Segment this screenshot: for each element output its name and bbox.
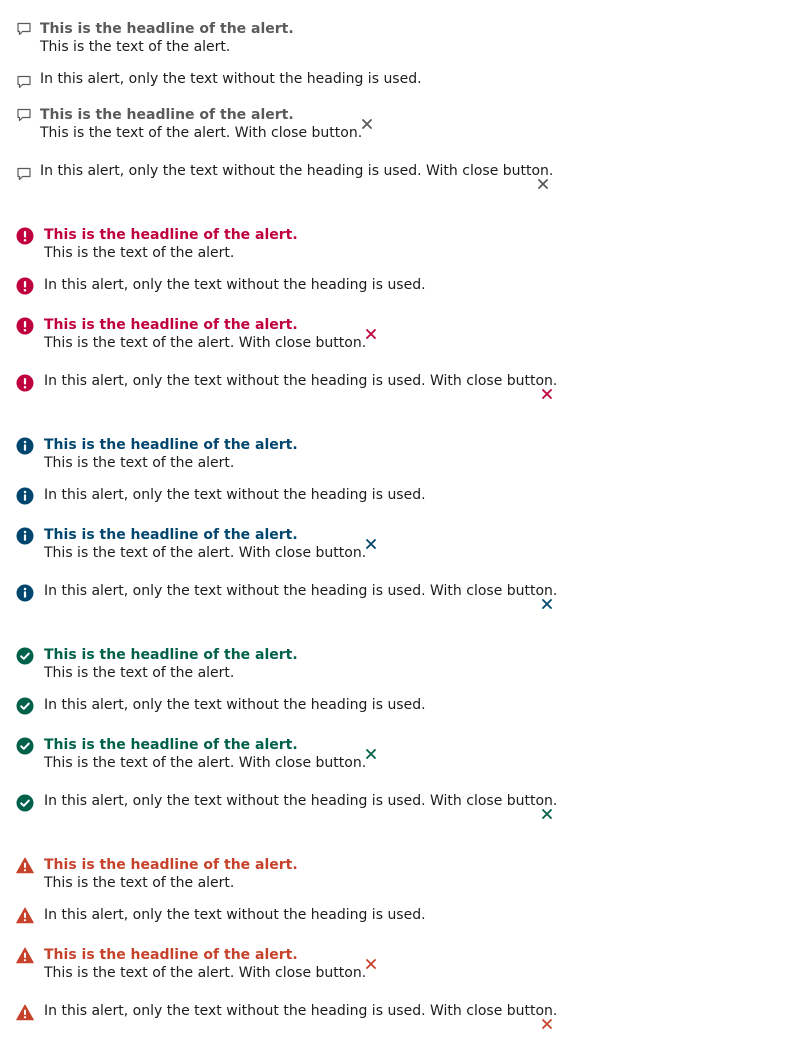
alert-content: This is the headline of the alert. This … — [44, 946, 366, 982]
close-icon — [366, 539, 376, 549]
info-circle-icon — [16, 487, 34, 509]
alert-headline: This is the headline of the alert. — [44, 647, 298, 663]
info-circle-icon — [16, 437, 34, 459]
alert-content: In this alert, only the text without the… — [44, 276, 426, 294]
alert-text: This is the text of the alert. With clos… — [40, 125, 363, 141]
alert-content: This is the headline of the alert. This … — [44, 436, 298, 472]
alert-text: In this alert, only the text without the… — [44, 1003, 558, 1019]
close-icon — [542, 599, 552, 609]
alert-text: This is the text of the alert. — [44, 245, 235, 261]
speech-bubble-icon — [16, 107, 32, 127]
alert-content: In this alert, only the text without the… — [40, 162, 553, 180]
alert-text: This is the text of the alert. — [44, 455, 235, 471]
info-circle-icon — [16, 527, 34, 549]
alert-text: This is the text of the alert. With clos… — [44, 335, 367, 351]
alert-content: This is the headline of the alert. This … — [40, 20, 294, 56]
close-button[interactable] — [538, 385, 556, 403]
alert-text: In this alert, only the text without the… — [44, 907, 426, 923]
close-icon — [362, 119, 372, 129]
checkmark-circle-icon — [16, 794, 34, 816]
alert-text: In this alert, only the text without the… — [44, 697, 426, 713]
close-icon — [538, 179, 548, 189]
warning-triangle-icon — [16, 857, 34, 878]
alert-text: In this alert, only the text without the… — [44, 793, 558, 809]
checkmark-circle-icon — [16, 737, 34, 759]
alert-text: This is the text of the alert. — [44, 875, 235, 891]
info-circle-icon — [16, 584, 34, 606]
alert-text: In this alert, only the text without the… — [44, 487, 426, 503]
alert-content: This is the headline of the alert. This … — [44, 646, 298, 682]
close-button[interactable] — [362, 745, 380, 763]
close-icon — [366, 959, 376, 969]
alert-text: In this alert, only the text without the… — [44, 583, 558, 599]
close-button[interactable] — [538, 805, 556, 823]
alert-text: This is the text of the alert. — [40, 39, 231, 55]
alert-content: This is the headline of the alert. This … — [44, 736, 366, 772]
warning-triangle-icon — [16, 1004, 34, 1025]
speech-bubble-icon — [16, 21, 32, 41]
checkmark-circle-icon — [16, 697, 34, 719]
close-button[interactable] — [362, 325, 380, 343]
alert-headline: This is the headline of the alert. — [40, 21, 294, 37]
speech-bubble-icon — [16, 74, 32, 94]
alert-text: In this alert, only the text without the… — [40, 163, 554, 179]
alert-content: In this alert, only the text without the… — [44, 792, 557, 810]
alert-headline: This is the headline of the alert. — [44, 227, 298, 243]
close-button[interactable] — [358, 115, 376, 133]
alert-content: In this alert, only the text without the… — [44, 372, 557, 390]
exclamation-circle-icon — [16, 374, 34, 396]
alert-text: In this alert, only the text without the… — [40, 71, 422, 87]
close-button[interactable] — [534, 175, 552, 193]
alert-content: This is the headline of the alert. This … — [40, 106, 362, 142]
alert-content: In this alert, only the text without the… — [44, 906, 426, 924]
alert-headline: This is the headline of the alert. — [44, 527, 298, 543]
close-icon — [366, 329, 376, 339]
alert-content: In this alert, only the text without the… — [44, 696, 426, 714]
alert-text: In this alert, only the text without the… — [44, 373, 558, 389]
alert-headline: This is the headline of the alert. — [44, 437, 298, 453]
alert-content: This is the headline of the alert. This … — [44, 526, 366, 562]
alert-content: In this alert, only the text without the… — [44, 582, 557, 600]
warning-triangle-icon — [16, 947, 34, 968]
close-icon — [542, 389, 552, 399]
checkmark-circle-icon — [16, 647, 34, 669]
alert-text: This is the text of the alert. With clos… — [44, 965, 367, 981]
exclamation-circle-icon — [16, 317, 34, 339]
close-button[interactable] — [538, 1015, 556, 1033]
alert-headline: This is the headline of the alert. — [40, 107, 294, 123]
warning-triangle-icon — [16, 907, 34, 928]
speech-bubble-icon — [16, 166, 32, 186]
close-icon — [542, 809, 552, 819]
alert-content: In this alert, only the text without the… — [44, 1002, 557, 1020]
close-icon — [366, 749, 376, 759]
alert-content: In this alert, only the text without the… — [44, 486, 426, 504]
alert-text: This is the text of the alert. — [44, 665, 235, 681]
alert-text: This is the text of the alert. With clos… — [44, 545, 367, 561]
close-button[interactable] — [362, 955, 380, 973]
alert-headline: This is the headline of the alert. — [44, 857, 298, 873]
alert-headline: This is the headline of the alert. — [44, 317, 298, 333]
exclamation-circle-icon — [16, 277, 34, 299]
alert-headline: This is the headline of the alert. — [44, 737, 298, 753]
alert-headline: This is the headline of the alert. — [44, 947, 298, 963]
alert-content: In this alert, only the text without the… — [40, 70, 422, 88]
alert-content: This is the headline of the alert. This … — [44, 856, 298, 892]
alert-text: In this alert, only the text without the… — [44, 277, 426, 293]
alert-content: This is the headline of the alert. This … — [44, 316, 366, 352]
alert-text: This is the text of the alert. With clos… — [44, 755, 367, 771]
exclamation-circle-icon — [16, 227, 34, 249]
close-icon — [542, 1019, 552, 1029]
close-button[interactable] — [538, 595, 556, 613]
close-button[interactable] — [362, 535, 380, 553]
alert-content: This is the headline of the alert. This … — [44, 226, 298, 262]
